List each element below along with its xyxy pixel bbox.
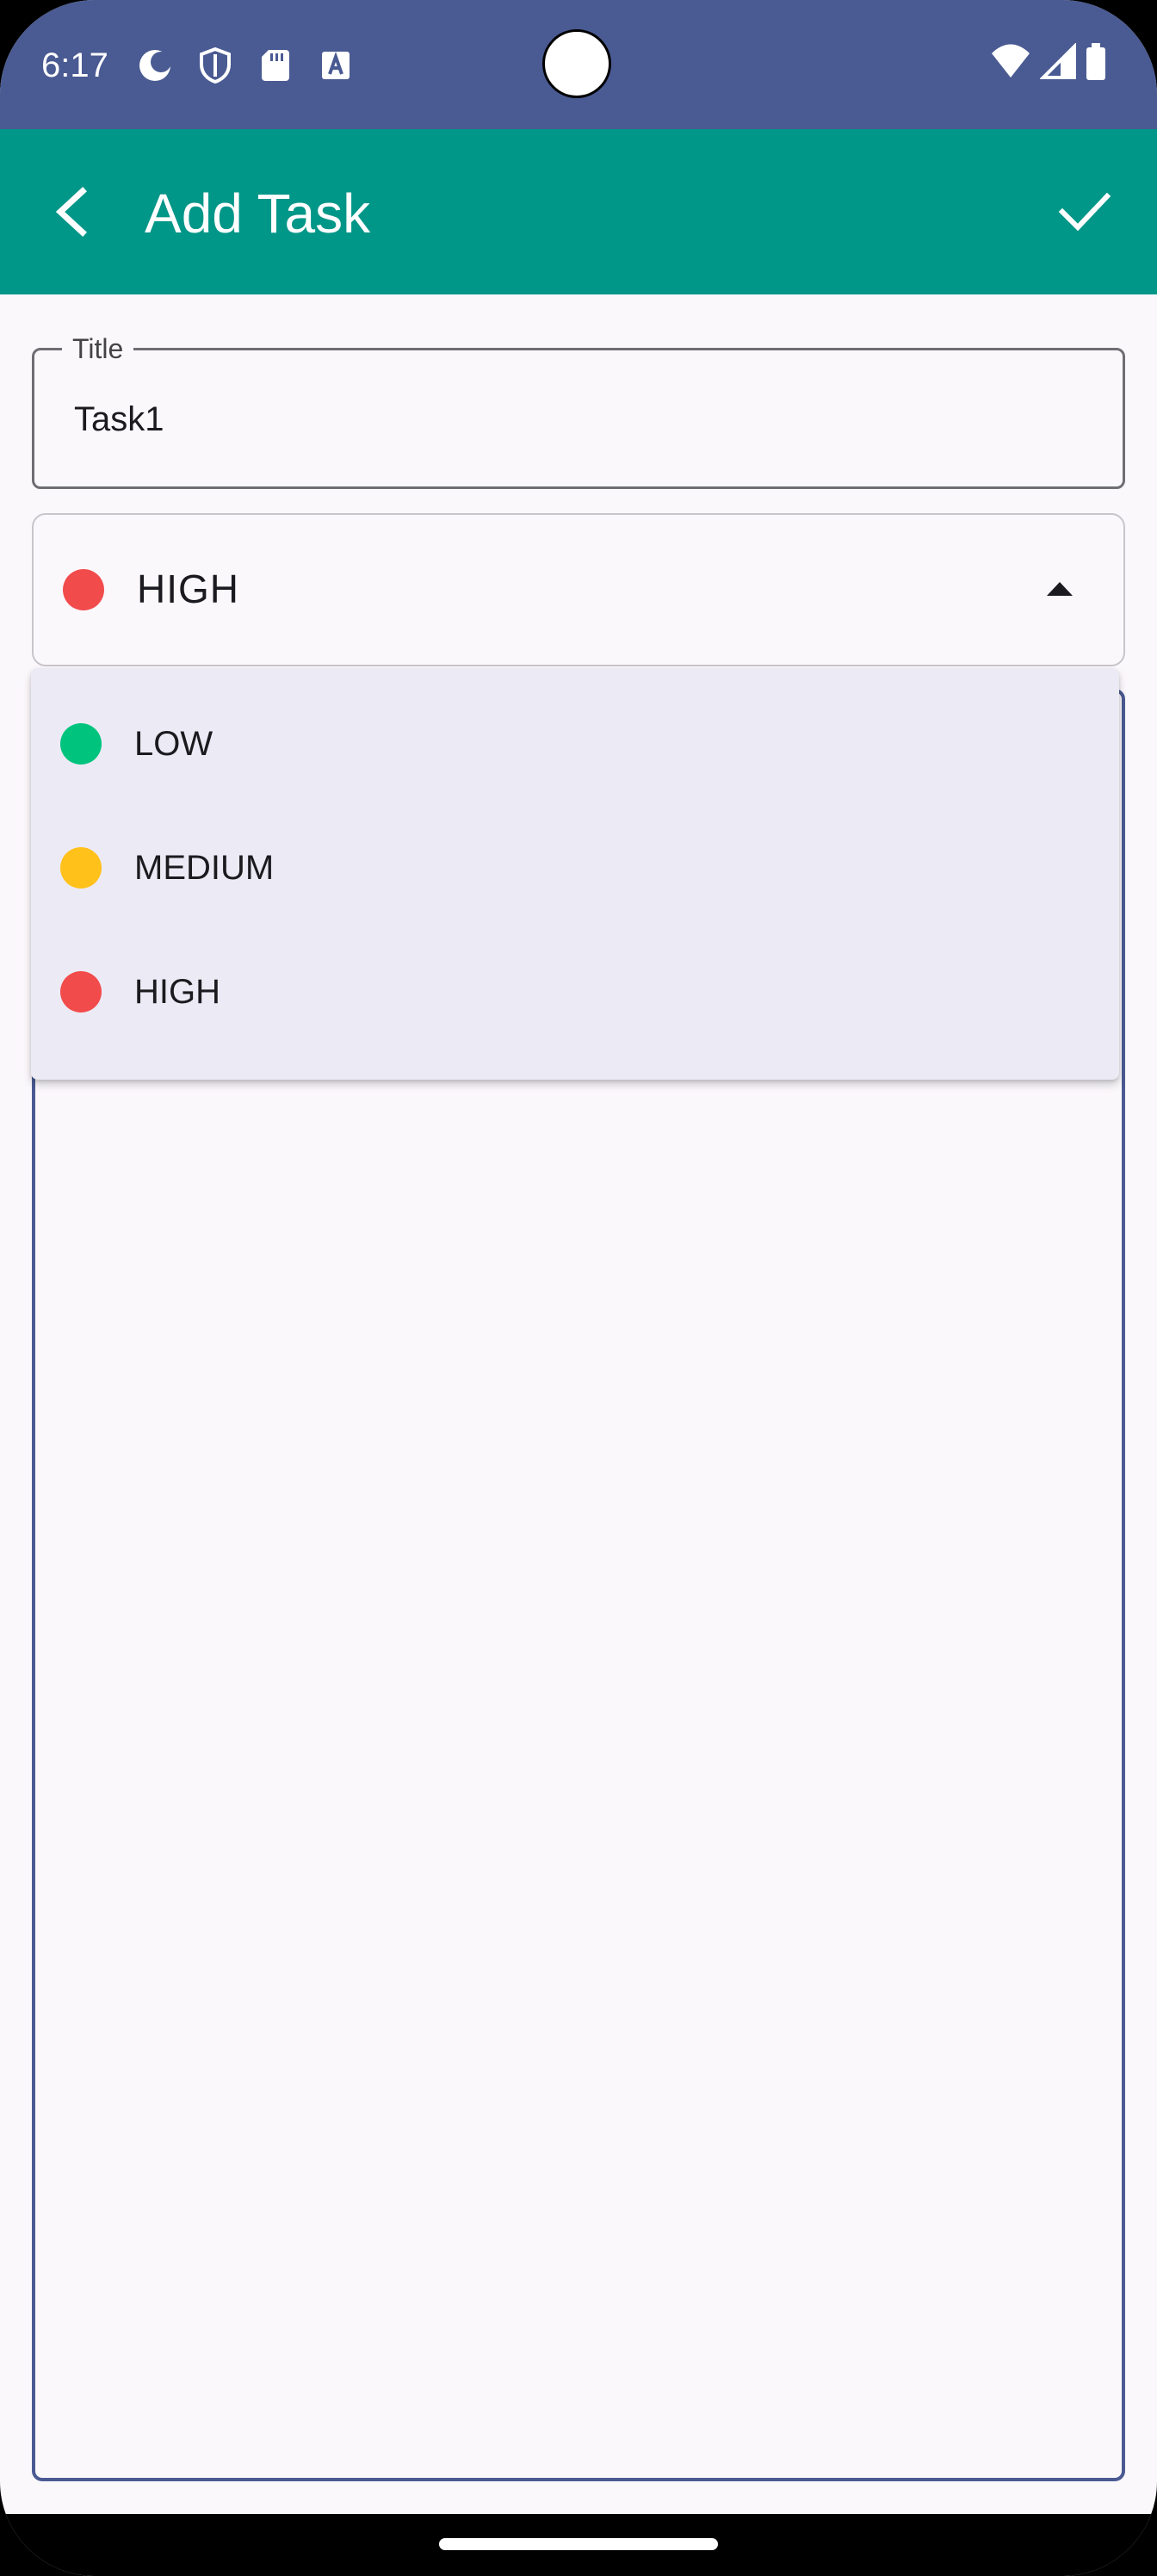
chevron-left-icon bbox=[55, 187, 87, 237]
title-field-label: Title bbox=[62, 331, 134, 366]
check-icon bbox=[1058, 192, 1111, 232]
page-title: Add Task bbox=[145, 183, 371, 245]
front-camera bbox=[542, 29, 611, 98]
status-time: 6:17 bbox=[41, 46, 108, 84]
font-a-icon bbox=[322, 51, 350, 79]
priority-option-label: LOW bbox=[134, 725, 213, 763]
status-icons-right bbox=[990, 43, 1107, 81]
title-field-value[interactable]: Task1 bbox=[74, 395, 164, 443]
wifi-icon bbox=[992, 44, 1030, 77]
priority-color-dot bbox=[60, 723, 102, 765]
app-bar: Add Task bbox=[0, 129, 1157, 294]
priority-selected-label: HIGH bbox=[137, 567, 239, 611]
battery-icon bbox=[1086, 43, 1105, 80]
back-button[interactable] bbox=[38, 177, 107, 246]
caret-up-icon[interactable] bbox=[1044, 577, 1075, 599]
phone-screen: 6:17 Add Task Title Task1 HIGH LOW MEDIU… bbox=[0, 0, 1157, 2576]
moon-icon bbox=[139, 50, 171, 81]
priority-option-high[interactable]: HIGH bbox=[31, 930, 1119, 1054]
title-field[interactable]: Title Task1 bbox=[32, 331, 1125, 489]
priority-select[interactable]: HIGH bbox=[32, 513, 1125, 666]
shield-icon bbox=[200, 46, 231, 84]
priority-color-dot bbox=[63, 569, 104, 610]
priority-menu: LOW MEDIUM HIGH bbox=[31, 668, 1119, 1080]
priority-option-low[interactable]: LOW bbox=[31, 682, 1119, 806]
save-button[interactable] bbox=[1047, 174, 1123, 250]
priority-option-label: HIGH bbox=[134, 973, 220, 1011]
status-bar: 6:17 bbox=[0, 0, 1157, 129]
home-gesture-handle[interactable] bbox=[439, 2538, 718, 2550]
priority-option-medium[interactable]: MEDIUM bbox=[31, 806, 1119, 930]
signal-icon bbox=[1040, 43, 1076, 79]
priority-option-label: MEDIUM bbox=[134, 849, 275, 887]
status-icons-left bbox=[134, 45, 356, 86]
priority-color-dot bbox=[60, 971, 102, 1012]
sd-card-icon bbox=[262, 50, 289, 81]
priority-color-dot bbox=[60, 847, 102, 889]
navigation-bar bbox=[0, 2514, 1157, 2576]
